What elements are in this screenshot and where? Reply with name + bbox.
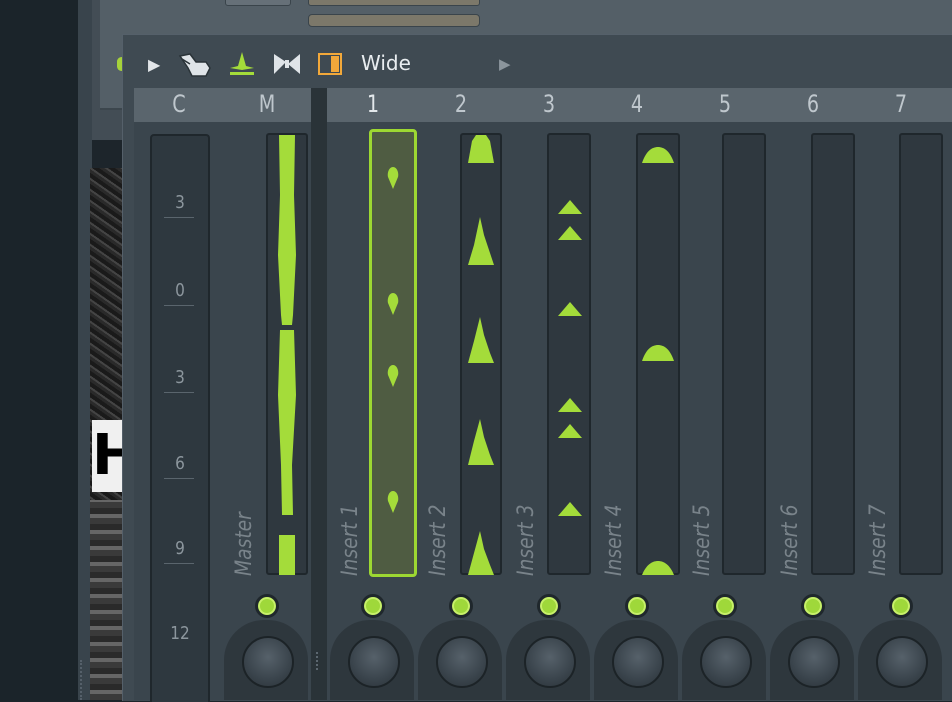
background-image-text: H — [92, 420, 122, 492]
insert-number-2[interactable]: 2 — [445, 90, 477, 118]
current-column-label: C — [172, 90, 186, 118]
insert-5-pan-knob[interactable] — [700, 636, 752, 688]
channel-name-insert-7[interactable]: Insert 7 — [866, 505, 891, 576]
scale-line — [164, 305, 194, 306]
insert-6-enable-led[interactable] — [801, 594, 825, 618]
master-waveform — [278, 135, 296, 575]
insert-7-pan-knob[interactable] — [876, 636, 928, 688]
insert-6-pan-knob[interactable] — [788, 636, 840, 688]
divider-grip[interactable] — [316, 652, 322, 670]
scale-tick: 3 — [175, 192, 185, 213]
channel-name-insert-5[interactable]: Insert 5 — [690, 505, 715, 576]
insert-number-7[interactable]: 7 — [885, 90, 917, 118]
master-enable-led[interactable] — [255, 594, 279, 618]
layout-mode-label[interactable]: Wide — [361, 51, 411, 75]
insert-4-waveform — [642, 147, 674, 575]
master-pan-knob[interactable] — [242, 636, 294, 688]
channel-name-insert-1[interactable]: Insert 1 — [338, 505, 363, 576]
layout-icon[interactable] — [318, 53, 342, 75]
insert-number-3[interactable]: 3 — [533, 90, 565, 118]
insert-number-5[interactable]: 5 — [709, 90, 741, 118]
scale-line — [164, 478, 194, 479]
insert-5-enable-led[interactable] — [713, 594, 737, 618]
insert-2-pan-knob[interactable] — [436, 636, 488, 688]
insert-6-meter[interactable] — [811, 133, 855, 575]
insert-3-enable-led[interactable] — [537, 594, 561, 618]
level-scale — [150, 134, 210, 702]
tree-icon[interactable] — [228, 50, 256, 78]
master-column-label: M — [258, 90, 276, 118]
triangle-right-icon[interactable]: ▶ — [499, 55, 511, 73]
insert-5-meter[interactable] — [722, 133, 766, 575]
insert-4-enable-led[interactable] — [625, 594, 649, 618]
scale-tick: 3 — [175, 367, 185, 388]
channel-name-insert-2[interactable]: Insert 2 — [426, 505, 451, 576]
triangle-right-icon[interactable]: ▶ — [148, 55, 160, 74]
insert-3-waveform — [558, 200, 582, 516]
scale-tick: 9 — [175, 538, 185, 559]
hand-icon[interactable] — [178, 50, 212, 78]
insert-1-enable-led[interactable] — [361, 594, 385, 618]
scale-tick: 12 — [170, 623, 190, 644]
bowtie-icon[interactable] — [272, 50, 302, 78]
insert-4-pan-knob[interactable] — [612, 636, 664, 688]
scale-line — [164, 392, 194, 393]
insert-number-6[interactable]: 6 — [797, 90, 829, 118]
channel-name-insert-4[interactable]: Insert 4 — [602, 505, 627, 576]
scale-tick: 0 — [175, 280, 185, 301]
scale-line — [164, 563, 194, 564]
insert-7-enable-led[interactable] — [889, 594, 913, 618]
insert-3-pan-knob[interactable] — [524, 636, 576, 688]
background-slider[interactable] — [308, 14, 480, 27]
channel-name-master[interactable]: Master — [232, 512, 257, 576]
desktop-background — [0, 0, 78, 700]
insert-1-pan-knob[interactable] — [348, 636, 400, 688]
background-image — [90, 500, 124, 700]
master-divider — [311, 88, 327, 700]
insert-number-1[interactable]: 1 — [357, 90, 389, 118]
background-slider[interactable] — [308, 0, 480, 6]
insert-2-enable-led[interactable] — [449, 594, 473, 618]
channel-name-insert-3[interactable]: Insert 3 — [514, 505, 539, 576]
background-slider[interactable] — [225, 0, 291, 6]
resize-grip[interactable] — [80, 660, 86, 700]
insert-2-waveform — [468, 135, 494, 575]
scale-line — [164, 217, 194, 218]
insert-number-4[interactable]: 4 — [621, 90, 653, 118]
channel-name-insert-6[interactable]: Insert 6 — [778, 505, 803, 576]
insert-7-meter[interactable] — [899, 133, 943, 575]
insert-1-waveform — [387, 167, 399, 513]
scale-tick: 6 — [175, 453, 185, 474]
